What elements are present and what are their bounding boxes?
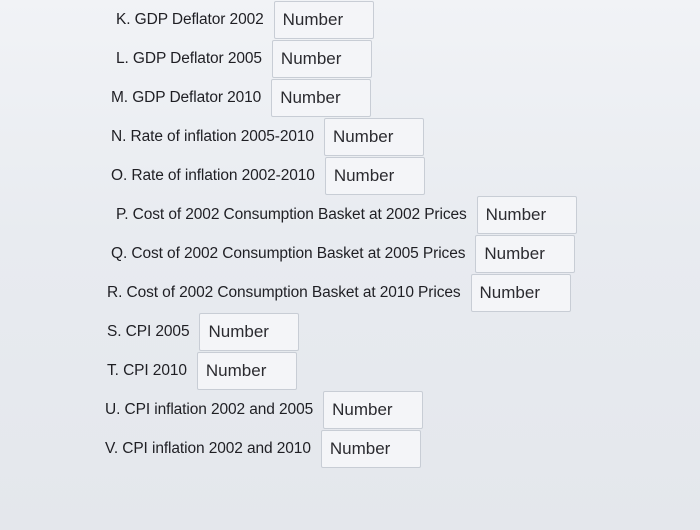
- answer-input-l[interactable]: [271, 40, 372, 78]
- question-label-o: O. Rate of inflation 2002-2010: [111, 167, 315, 184]
- answer-input-q[interactable]: [475, 235, 576, 273]
- question-label-m: M. GDP Deflator 2010: [111, 89, 262, 106]
- question-row-n: N. Rate of inflation 2005-2010: [111, 118, 424, 156]
- question-label-v: V. CPI inflation 2002 and 2010: [105, 440, 311, 457]
- answer-input-p[interactable]: [476, 196, 577, 234]
- question-row-k: K. GDP Deflator 2002: [116, 1, 374, 39]
- answer-input-n[interactable]: [323, 118, 424, 156]
- question-label-s: S. CPI 2005: [107, 323, 190, 340]
- question-row-s: S. CPI 2005: [107, 313, 300, 351]
- question-label-l: L. GDP Deflator 2005: [116, 50, 262, 67]
- answer-input-k[interactable]: [273, 1, 374, 39]
- answer-input-u[interactable]: [323, 391, 424, 429]
- answer-input-v[interactable]: [320, 430, 421, 468]
- question-label-q: Q. Cost of 2002 Consumption Basket at 20…: [111, 245, 466, 262]
- question-row-l: L. GDP Deflator 2005: [116, 40, 372, 78]
- answer-input-t[interactable]: [196, 352, 297, 390]
- question-row-t: T. CPI 2010: [107, 352, 297, 390]
- answer-input-m[interactable]: [271, 79, 372, 117]
- question-row-u: U. CPI inflation 2002 and 2005: [105, 391, 424, 429]
- question-label-r: R. Cost of 2002 Consumption Basket at 20…: [107, 284, 461, 301]
- question-label-t: T. CPI 2010: [107, 362, 187, 379]
- answer-input-r[interactable]: [470, 274, 571, 312]
- question-label-n: N. Rate of inflation 2005-2010: [111, 128, 314, 145]
- question-label-u: U. CPI inflation 2002 and 2005: [105, 401, 314, 418]
- question-row-p: P. Cost of 2002 Consumption Basket at 20…: [116, 196, 577, 234]
- question-row-m: M. GDP Deflator 2010: [111, 79, 372, 117]
- question-label-p: P. Cost of 2002 Consumption Basket at 20…: [116, 206, 467, 223]
- answer-input-s[interactable]: [199, 313, 300, 351]
- question-form: K. GDP Deflator 2002 L. GDP Deflator 200…: [0, 0, 700, 530]
- question-row-o: O. Rate of inflation 2002-2010: [111, 157, 425, 195]
- answer-input-o[interactable]: [324, 157, 425, 195]
- question-row-v: V. CPI inflation 2002 and 2010: [105, 430, 421, 468]
- question-row-q: Q. Cost of 2002 Consumption Basket at 20…: [111, 235, 576, 273]
- question-label-k: K. GDP Deflator 2002: [116, 11, 264, 28]
- question-row-r: R. Cost of 2002 Consumption Basket at 20…: [107, 274, 571, 312]
